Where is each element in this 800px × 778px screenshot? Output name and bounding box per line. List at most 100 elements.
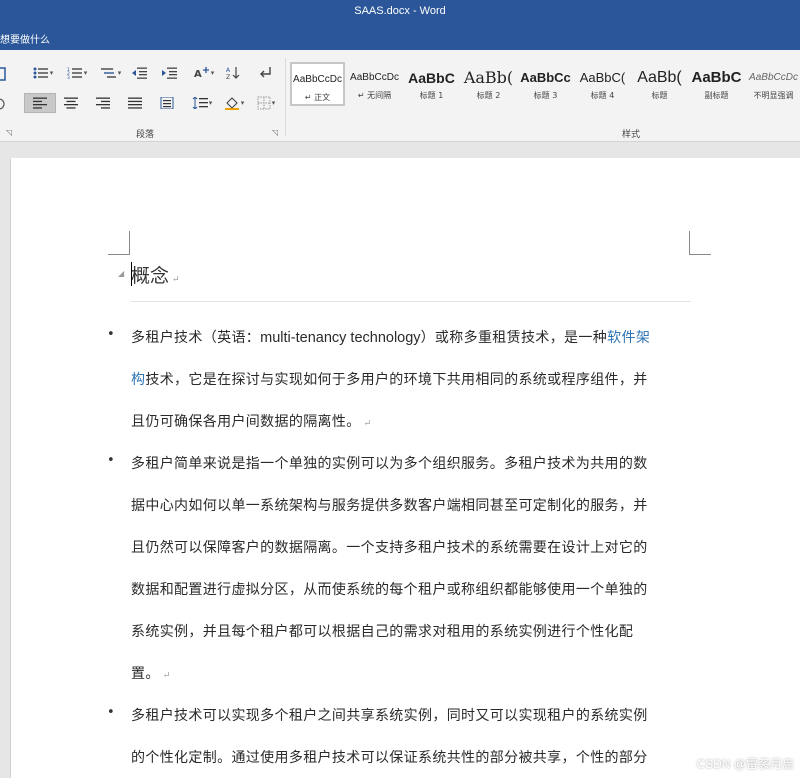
text-line: 多租户简单来说是指一个单独的实例可以为多个组织服务。多租户技术为共用的数 <box>131 453 691 475</box>
text-run: 系统实例，并且每个租户都可以根据自己的需求对租用的系统实例进行个性化配 <box>131 624 634 640</box>
style-sample: AaBb( <box>463 69 514 87</box>
text-run: 据中心内如何以单一系统架构与服务提供多数客户端相同甚至可定制化的服务，并 <box>131 498 648 514</box>
increase-indent-button[interactable] <box>158 63 180 83</box>
paragraph-group-label: 段落 <box>136 130 155 140</box>
style-tile[interactable]: AaBbCcDc ↵ 正文 <box>290 62 345 106</box>
tell-me-search[interactable]: 想要做什么 <box>0 31 50 46</box>
paragraph-mark: ↵ <box>363 419 372 429</box>
heading-divider <box>131 301 691 302</box>
svg-text:Z: Z <box>226 74 230 80</box>
hyperlink-text[interactable]: 软件架 <box>607 330 650 346</box>
collapse-triangle-icon[interactable]: ◢ <box>118 269 124 278</box>
text-line: 多租户技术可以实现多个租户之间共享系统实例，同时又可以实现租户的系统实例 <box>131 705 691 727</box>
window-title: SAAS.docx - Word <box>354 5 446 17</box>
style-name: 标题 2 <box>476 91 501 100</box>
text-line: 数据和配置进行虚拟分区，从而使系统的每个租户或称组织都能够使用一个单独的 <box>131 579 691 601</box>
text-run: 技术，它是在探讨与实现如何于多用户的环境下共用相同的系统或程序组件，并 <box>145 372 648 388</box>
sort-icon[interactable]: AZ <box>222 63 244 83</box>
text-line: 系统实例，并且每个租户都可以根据自己的需求对租用的系统实例进行个性化配 <box>131 621 691 643</box>
chinese-layout-icon[interactable]: A ▾ <box>190 63 218 83</box>
text-run: 的个性化定制。通过使用多租户技术可以保证系统共性的部分被共享，个性的部分 <box>131 750 648 766</box>
tell-me-bar: 想要做什么 <box>0 27 800 50</box>
paragraph-group-launcher-icon[interactable]: ◹ <box>272 128 278 137</box>
line-spacing-button[interactable]: ▾ <box>188 93 216 113</box>
style-name: 标题 1 <box>419 91 444 100</box>
align-right-button[interactable] <box>92 93 114 113</box>
styles-group-label: 样式 <box>622 130 641 140</box>
style-sample: AaBb( <box>637 69 682 86</box>
svg-text:A: A <box>194 69 202 79</box>
style-name: 标题 3 <box>533 91 558 100</box>
text-run: 置。 <box>131 666 160 682</box>
style-name: 标题 4 <box>590 91 615 100</box>
margin-corner-left <box>108 231 130 255</box>
shading-icon[interactable]: ▾ <box>220 93 248 113</box>
style-tile[interactable]: AaBbCc 标题 3 <box>518 62 573 106</box>
text-line: 构技术，它是在探讨与实现如何于多用户的环境下共用相同的系统或程序组件，并 <box>131 369 691 391</box>
text-run: 且仍可确保各用户间数据的隔离性。 <box>131 414 361 430</box>
numbering-button[interactable]: 1 2 3 ▾ <box>62 63 92 83</box>
align-left-button[interactable] <box>24 93 56 113</box>
style-sample: AaBbC <box>691 69 742 86</box>
bullet-icon: • <box>107 453 115 468</box>
csdn-watermark: CSDN @雷袭月启 <box>696 757 794 771</box>
style-sample: AaBbCcDc <box>350 72 399 83</box>
document-workspace: ◢ 概念 ↵ • 多租户技术（英语：multi-tenancy technology… <box>0 143 800 778</box>
decrease-indent-button[interactable] <box>128 63 150 83</box>
text-line: 据中心内如何以单一系统架构与服务提供多数客户端相同甚至可定制化的服务，并 <box>131 495 691 517</box>
text-run: 多租户技术（英语： <box>131 330 261 346</box>
text-line: 且仍然可以保障客户的数据隔离。一个支持多租户技术的系统需要在设计上对它的 <box>131 537 691 559</box>
text-line: 多租户技术（英语：multi-tenancy technology）或称多重租赁… <box>131 327 691 349</box>
text-line: 置。 ↵ <box>131 663 691 685</box>
multilevel-list-button[interactable]: ▾ <box>96 63 126 83</box>
ribbon: ▾ 1 2 3 ▾ ▾ A ▾ AZ ▾ ▾ ▾ ◹ 段落 ◹ AaBbCcDc… <box>0 50 800 142</box>
partial-icon-top[interactable] <box>0 64 10 84</box>
borders-icon[interactable]: ▾ <box>252 93 280 113</box>
align-center-button[interactable] <box>60 93 82 113</box>
bullet-icon: • <box>107 705 115 720</box>
style-sample: AaBbC( <box>579 70 626 85</box>
text-run: ）或称多重租赁技术，是一种 <box>420 330 608 346</box>
bullet-icon: • <box>107 327 115 342</box>
hyperlink-text[interactable]: 构 <box>131 372 145 388</box>
style-name: ↵ 正文 <box>304 93 331 102</box>
heading-text: 概念 <box>131 265 170 287</box>
text-line: 且仍可确保各用户间数据的隔离性。 ↵ <box>131 411 691 433</box>
show-formatting-marks-icon[interactable] <box>254 63 276 83</box>
paragraph-mark: ↵ <box>172 275 180 285</box>
style-tile[interactable]: AaBbCcDc ↵ 无间隔 <box>347 62 402 106</box>
justify-button[interactable] <box>124 93 146 113</box>
svg-text:A: A <box>226 67 231 74</box>
text-cursor <box>131 262 132 286</box>
text-run: 多租户简单来说是指一个单独的实例可以为多个组织服务。多租户技术为共用的数 <box>131 456 648 472</box>
style-name: 不明显强调 <box>753 91 794 100</box>
font-group-launcher-icon[interactable]: ◹ <box>6 128 12 137</box>
paragraph-mark: ↵ <box>162 671 171 681</box>
distributed-align-button[interactable] <box>156 93 178 113</box>
group-divider <box>285 58 286 136</box>
svg-text:3: 3 <box>67 75 70 79</box>
style-tile[interactable]: AaBbC 副标题 <box>689 62 744 106</box>
text-line: 的个性化定制。通过使用多租户技术可以保证系统共性的部分被共享，个性的部分 <box>131 747 691 769</box>
style-tile[interactable]: AaBbCcDc 不明显强调 <box>746 62 800 106</box>
text-run: 数据和配置进行虚拟分区，从而使系统的每个租户或称组织都能够使用一个单独的 <box>131 582 648 598</box>
style-tile[interactable]: AaBbC 标题 1 <box>404 62 459 106</box>
margin-corner-right <box>689 231 711 255</box>
styles-gallery: AaBbCcDc ↵ 正文 AaBbCcDc ↵ 无间隔 AaBbC 标题 1 AaBb(标… <box>290 62 800 110</box>
bullets-button[interactable]: ▾ <box>28 63 58 83</box>
document-page[interactable]: ◢ 概念 ↵ • 多租户技术（英语：multi-tenancy technology… <box>10 158 800 778</box>
text-run: multi-tenancy technology <box>260 330 421 346</box>
style-sample: AaBbCc <box>520 70 571 85</box>
partial-icon-bottom[interactable] <box>0 94 10 114</box>
style-tile[interactable]: AaBb( 标题 2 <box>461 62 516 106</box>
style-tile[interactable]: AaBb(标题 <box>632 62 687 106</box>
style-sample: AaBbC <box>408 70 455 86</box>
document-heading[interactable]: 概念 ↵ <box>131 261 180 288</box>
title-bar: SAAS.docx - Word <box>0 0 800 27</box>
style-name: 副标题 <box>704 91 729 100</box>
style-sample: AaBbCcDc <box>749 72 798 83</box>
text-run: 且仍然可以保障客户的数据隔离。一个支持多租户技术的系统需要在设计上对它的 <box>131 540 648 556</box>
style-sample: AaBbCcDc <box>293 74 342 85</box>
text-run: 多租户技术可以实现多个租户之间共享系统实例，同时又可以实现租户的系统实例 <box>131 708 648 724</box>
style-tile[interactable]: AaBbC( 标题 4 <box>575 62 630 106</box>
